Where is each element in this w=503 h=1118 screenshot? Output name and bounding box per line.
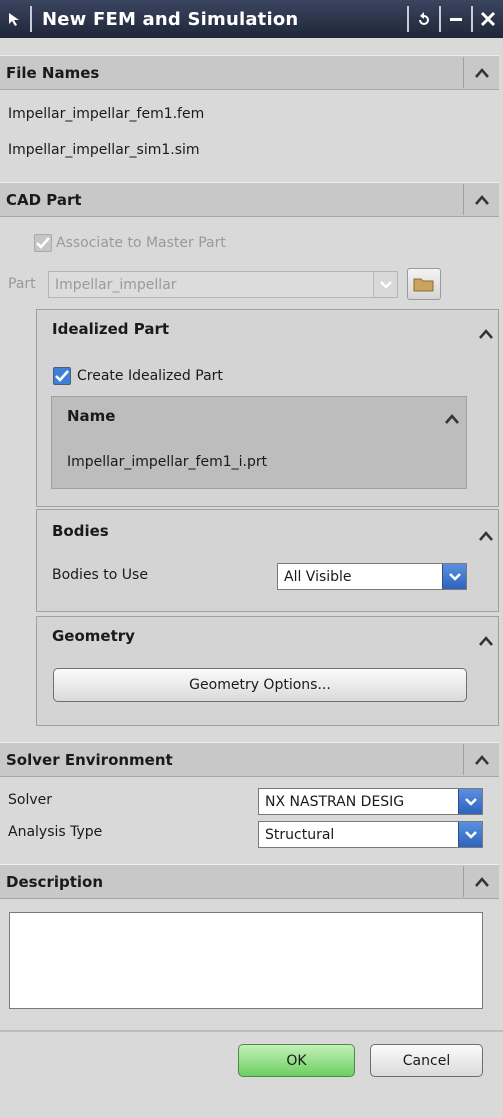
- create-idealized-checkbox[interactable]: [53, 367, 71, 385]
- idealized-name-value: Impellar_impellar_fem1_i.prt: [67, 454, 268, 470]
- analysis-type-value: Structural: [265, 826, 335, 843]
- footer-divider: [0, 1030, 503, 1032]
- collapse-icon[interactable]: [463, 866, 499, 897]
- fem-file-name: Impellar_impellar_fem1.fem: [8, 106, 205, 122]
- title-bar: New FEM and Simulation: [0, 0, 503, 38]
- bodies-to-use-dropdown[interactable]: All Visible: [277, 563, 467, 590]
- geometry-title: Geometry: [52, 627, 135, 645]
- bodies-to-use-label: Bodies to Use: [52, 567, 148, 583]
- create-idealized-label: Create Idealized Part: [77, 368, 223, 384]
- dialog-panel: File Names Impellar_impellar_fem1.fem Im…: [0, 38, 503, 1118]
- collapse-icon[interactable]: [463, 744, 499, 775]
- geometry-options-button[interactable]: Geometry Options...: [53, 668, 467, 702]
- part-value: Impellar_impellar: [55, 276, 177, 293]
- collapse-icon[interactable]: [463, 57, 499, 88]
- associate-checkbox-row: Associate to Master Part: [34, 234, 226, 252]
- minimize-icon[interactable]: [441, 0, 471, 38]
- chevron-down-icon[interactable]: [458, 789, 482, 814]
- collapse-icon[interactable]: [474, 322, 498, 346]
- cad-part-header[interactable]: CAD Part: [0, 182, 499, 217]
- solver-label: Solver: [8, 792, 52, 808]
- file-names-title: File Names: [6, 63, 100, 82]
- collapse-icon[interactable]: [474, 524, 498, 548]
- solver-environment-title: Solver Environment: [6, 750, 173, 769]
- description-textarea[interactable]: [9, 912, 483, 1009]
- pointer-icon: [0, 0, 30, 38]
- create-idealized-row: Create Idealized Part: [53, 367, 223, 385]
- part-label: Part: [8, 276, 36, 292]
- part-dropdown[interactable]: Impellar_impellar: [48, 271, 398, 298]
- close-icon[interactable]: [473, 0, 503, 38]
- file-names-header[interactable]: File Names: [0, 55, 499, 90]
- cad-part-title: CAD Part: [6, 190, 82, 209]
- solver-value: NX NASTRAN DESIG: [265, 793, 405, 810]
- analysis-type-dropdown[interactable]: Structural: [258, 821, 483, 848]
- collapse-icon[interactable]: [440, 407, 464, 431]
- collapse-icon[interactable]: [474, 629, 498, 653]
- chevron-down-icon[interactable]: [442, 564, 466, 589]
- sim-file-name: Impellar_impellar_sim1.sim: [8, 142, 200, 158]
- chevron-down-icon[interactable]: [373, 272, 397, 297]
- description-header[interactable]: Description: [0, 864, 499, 899]
- analysis-type-label: Analysis Type: [8, 824, 103, 840]
- window-title: New FEM and Simulation: [42, 8, 299, 30]
- reset-icon[interactable]: [409, 0, 439, 38]
- open-folder-button[interactable]: [407, 268, 441, 300]
- solver-dropdown[interactable]: NX NASTRAN DESIG: [258, 788, 483, 815]
- associate-label: Associate to Master Part: [56, 235, 226, 251]
- chevron-down-icon[interactable]: [458, 822, 482, 847]
- idealized-part-title: Idealized Part: [52, 320, 170, 338]
- folder-icon: [413, 278, 434, 292]
- name-title: Name: [67, 407, 116, 425]
- bodies-to-use-value: All Visible: [284, 568, 352, 585]
- description-title: Description: [6, 872, 104, 891]
- solver-environment-header[interactable]: Solver Environment: [0, 742, 499, 777]
- associate-checkbox[interactable]: [34, 234, 52, 252]
- collapse-icon[interactable]: [463, 184, 499, 215]
- cancel-button[interactable]: Cancel: [370, 1044, 483, 1077]
- ok-button[interactable]: OK: [238, 1044, 355, 1077]
- bodies-title: Bodies: [52, 522, 109, 540]
